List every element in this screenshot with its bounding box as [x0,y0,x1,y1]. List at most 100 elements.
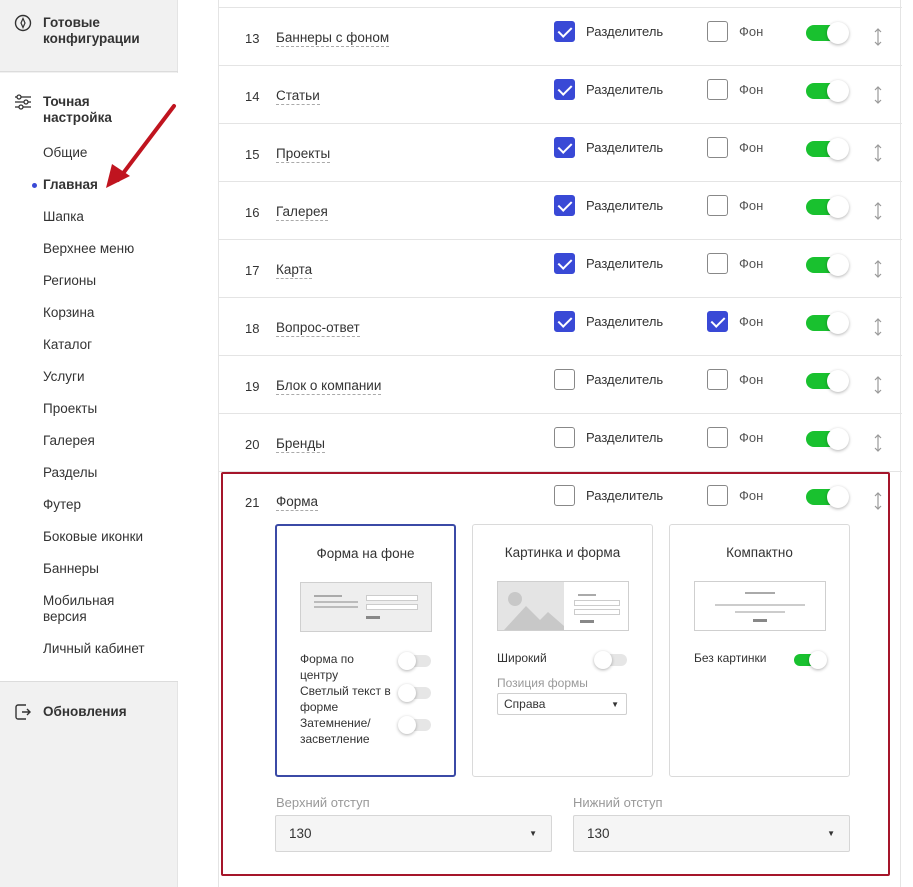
bottom-padding-select[interactable]: 130 ▼ [573,815,850,852]
row-enabled-toggle[interactable] [806,254,849,276]
drag-handle-icon[interactable] [873,27,883,47]
drag-handle-icon[interactable] [873,375,883,395]
variant-title: Картинка и форма [504,545,621,560]
option-toggle-wide[interactable] [594,651,627,669]
divider-checkbox[interactable] [554,21,575,42]
sidebar-ready-configs-label: Готовые конфигурации [43,15,140,46]
row-number: 20 [245,437,260,452]
sidebar-item[interactable]: Главная [43,177,98,193]
sidebar: Готовые конфигурации Точная настройка Об… [0,0,178,887]
divider-checkbox[interactable] [554,369,575,390]
drag-handle-icon[interactable] [873,143,883,163]
row-enabled-toggle[interactable] [806,138,849,160]
table-row: 19 Блок о компании Разделитель Фон [219,356,902,414]
sidebar-fine-tuning-label[interactable]: Точная настройка [43,94,143,126]
row-number: 16 [245,205,260,220]
row-enabled-toggle[interactable] [806,370,849,392]
variant-card-compact[interactable]: Компактно Без картинки [669,524,850,777]
divider-checkbox[interactable] [554,311,575,332]
sidebar-item[interactable]: Разделы [43,465,97,481]
row-enabled-toggle[interactable] [806,22,849,44]
drag-handle-icon[interactable] [873,259,883,279]
divider-label: Разделитель [586,256,664,271]
background-label: Фон [739,372,764,387]
table-row: 20 Бренды Разделитель Фон [219,414,902,472]
divider-checkbox[interactable] [554,195,575,216]
row-name-link[interactable]: Проекты [276,146,331,163]
sidebar-item[interactable]: Корзина [43,305,94,321]
background-checkbox[interactable] [707,369,728,390]
background-checkbox[interactable] [707,195,728,216]
sidebar-section-updates[interactable]: Обновления [0,681,178,887]
divider-checkbox[interactable] [554,427,575,448]
row-name-link[interactable]: Карта [276,262,313,279]
background-checkbox[interactable] [707,427,728,448]
row-enabled-toggle[interactable] [806,312,849,334]
row-name-link[interactable]: Статьи [276,88,320,105]
option-toggle-darken[interactable] [398,716,431,734]
sliders-icon [15,94,31,110]
background-checkbox[interactable] [707,21,728,42]
divider-checkbox[interactable] [554,253,575,274]
background-checkbox[interactable] [707,311,728,332]
sidebar-item[interactable]: Боковые иконки [43,529,143,545]
image-placeholder-icon [498,582,564,630]
sidebar-updates-label: Обновления [43,704,127,719]
option-toggle-light-text[interactable] [398,684,431,702]
chevron-down-icon: ▼ [611,700,619,709]
sidebar-section-fine-tuning: Точная настройка Общие Главная Шапка Верхне… [0,73,178,681]
option-toggle-center[interactable] [398,652,431,670]
form-position-select[interactable]: Справа ▼ [497,693,627,715]
background-checkbox[interactable] [707,79,728,100]
sidebar-item[interactable]: Шапка [43,209,84,225]
drag-handle-icon[interactable] [873,433,883,453]
variant-preview-image [497,581,629,631]
background-checkbox[interactable] [707,137,728,158]
divider-checkbox[interactable] [554,79,575,100]
sidebar-item[interactable]: Каталог [43,337,92,353]
row-number: 14 [245,89,260,104]
row-name-link[interactable]: Вопрос-ответ [276,320,360,337]
sidebar-section-ready-configs[interactable]: Готовые конфигурации [0,0,178,72]
divider-checkbox[interactable] [554,137,575,158]
option-label: Широкий [497,651,547,665]
option-toggle-no-image[interactable] [794,651,827,669]
background-label: Фон [739,430,764,445]
sidebar-item[interactable]: Футер [43,497,81,513]
sidebar-item[interactable]: Верхнее меню [43,241,134,257]
drag-handle-icon[interactable] [873,201,883,221]
sidebar-item[interactable]: Регионы [43,273,96,289]
background-label: Фон [739,314,764,329]
position-label: Позиция формы [497,676,588,690]
top-padding-select[interactable]: 130 ▼ [275,815,552,852]
active-item-indicator [32,183,37,188]
variant-card-image-and-form[interactable]: Картинка и форма Широкий Позиция формы С… [472,524,653,777]
row-name-link[interactable]: Галерея [276,204,328,221]
top-padding-label: Верхний отступ [276,795,370,810]
table-row: 16 Галерея Разделитель Фон [219,182,902,240]
drag-handle-icon[interactable] [873,317,883,337]
row-number: 13 [245,31,260,46]
sidebar-item[interactable]: Мобильная версия [43,593,133,625]
variant-card-form-on-background[interactable]: Форма на фоне Форма по центру Светлый те… [275,524,456,777]
table-row: 15 Проекты Разделитель Фон [219,124,902,182]
sidebar-item[interactable]: Проекты [43,401,97,417]
row-enabled-toggle[interactable] [806,428,849,450]
background-label: Фон [739,256,764,271]
table-row: 18 Вопрос-ответ Разделитель Фон [219,298,902,356]
row-enabled-toggle[interactable] [806,80,849,102]
row-name-link[interactable]: Бренды [276,436,325,453]
row-enabled-toggle[interactable] [806,196,849,218]
sidebar-item[interactable]: Баннеры [43,561,99,577]
sidebar-item[interactable]: Галерея [43,433,95,449]
background-checkbox[interactable] [707,253,728,274]
drag-handle-icon[interactable] [873,85,883,105]
row-name-link[interactable]: Баннеры с фоном [276,30,390,47]
row-name-link[interactable]: Блок о компании [276,378,382,395]
divider-label: Разделитель [586,82,664,97]
sidebar-item[interactable]: Услуги [43,369,85,385]
background-label: Фон [739,24,764,39]
table-row: 14 Статьи Разделитель Фон [219,66,902,124]
sidebar-item[interactable]: Личный кабинет [43,641,145,657]
sidebar-item[interactable]: Общие [43,145,87,161]
